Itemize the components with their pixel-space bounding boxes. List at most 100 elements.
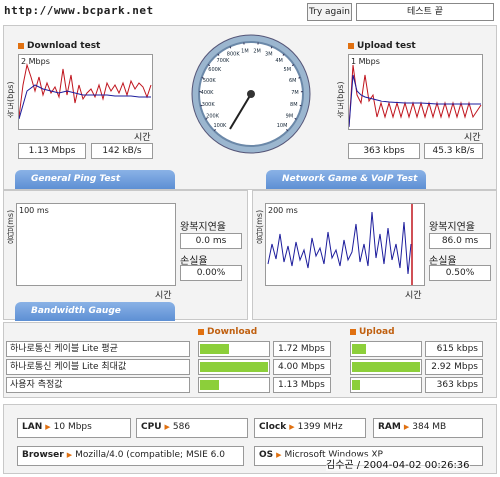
ping-ylabel: 응답(ms) bbox=[6, 209, 15, 244]
tab-network-game[interactable]: Network Game & VoIP Test bbox=[266, 170, 426, 189]
upload-kbps-value: 363 kbps bbox=[348, 143, 420, 159]
gauge-tick-label: 2M bbox=[253, 48, 261, 54]
cpu-info: CPU ▶ 586 bbox=[136, 418, 248, 438]
clock-info: Clock ▶ 1399 MHz bbox=[254, 418, 366, 438]
game-rtt-label: 왕복지연율 bbox=[429, 222, 475, 233]
upload-row-value: 615 kbps bbox=[425, 341, 483, 357]
upload-bar-fill bbox=[352, 362, 420, 372]
download-bar bbox=[198, 359, 270, 375]
download-row-value: 4.00 Mbps bbox=[273, 359, 331, 375]
download-bar-fill bbox=[200, 362, 268, 372]
game-graph: 200 ms bbox=[265, 203, 425, 286]
download-row-value: 1.13 Mbps bbox=[273, 377, 331, 393]
download-max-line bbox=[19, 63, 152, 118]
upload-bar bbox=[350, 359, 422, 375]
upload-ylabel: 속도(bps) bbox=[336, 81, 345, 118]
game-ping-line bbox=[267, 211, 412, 275]
gauge-tick-label: 500K bbox=[203, 78, 217, 84]
download-title: Download test bbox=[18, 41, 100, 51]
download-mbps-value: 1.13 Mbps bbox=[18, 143, 86, 159]
upload-bar bbox=[350, 341, 422, 357]
gauge-tick-label: 7M bbox=[291, 90, 299, 96]
upload-bar-fill bbox=[352, 344, 366, 354]
download-xlabel: 시간 bbox=[134, 133, 151, 143]
download-scale: 2 Mbps bbox=[21, 57, 50, 66]
upload-scale: 1 Mbps bbox=[351, 57, 380, 66]
gauge-tick-label: 700K bbox=[216, 58, 230, 64]
bandwidth-row-label: 사용자 측정값 bbox=[6, 377, 190, 393]
gauge-tick bbox=[298, 77, 301, 79]
bandwidth-download-header: Download bbox=[198, 327, 257, 337]
download-graph: 2 Mbps bbox=[18, 54, 153, 130]
download-ylabel: 속도(bps) bbox=[6, 81, 15, 118]
upload-xlabel: 시간 bbox=[464, 133, 481, 143]
gauge-tick bbox=[201, 77, 204, 79]
tab-general-ping[interactable]: General Ping Test bbox=[15, 170, 175, 189]
arrow-right-icon: ▶ bbox=[45, 423, 51, 431]
upload-row-value: 2.92 Mbps bbox=[425, 359, 483, 375]
gauge-tick-label: 1M bbox=[241, 48, 249, 54]
gauge-tick-label: 8M bbox=[290, 102, 298, 108]
tab-bandwidth-gauge[interactable]: Bandwidth Gauge bbox=[15, 302, 175, 321]
gauge-tick-label: 100K bbox=[213, 123, 227, 129]
ping-xlabel: 시간 bbox=[155, 291, 172, 301]
bullet-icon bbox=[18, 42, 24, 49]
upload-max-line bbox=[349, 64, 482, 128]
download-bar-fill bbox=[200, 344, 229, 354]
arrow-right-icon: ▶ bbox=[276, 451, 282, 459]
try-again-button[interactable]: Try again bbox=[307, 3, 352, 21]
speed-gauge: 100K 200K 300K 400K 500K 600K 700K 800K 1M 2M 3M 4M… bbox=[190, 33, 312, 155]
bullet-icon bbox=[348, 42, 354, 49]
site-url: http://www.bcpark.net bbox=[4, 4, 154, 17]
arrow-right-icon: ▶ bbox=[403, 423, 410, 431]
gauge-tick-label: 200K bbox=[206, 113, 220, 119]
ping-loss-value: 0.00% bbox=[180, 265, 242, 281]
gauge-tick-label: 600K bbox=[208, 67, 222, 73]
bandwidth-row-label: 하나로통신 케이블 Lite 최대값 bbox=[6, 359, 190, 375]
arrow-right-icon: ▶ bbox=[289, 423, 295, 431]
ram-info: RAM ▶ 384 MB bbox=[373, 418, 483, 438]
download-avg-line bbox=[19, 84, 151, 120]
gauge-tick-label: 4M bbox=[275, 58, 283, 64]
gauge-tick-label: 3M bbox=[265, 52, 273, 58]
upload-title: Upload test bbox=[348, 41, 416, 51]
ping-rtt-value: 0.0 ms bbox=[180, 233, 242, 249]
game-rtt-value: 86.0 ms bbox=[429, 233, 491, 249]
upload-bar bbox=[350, 377, 422, 393]
game-scale: 200 ms bbox=[268, 206, 298, 215]
upload-row-value: 363 kbps bbox=[425, 377, 483, 393]
lan-info: LAN ▶ 10 Mbps bbox=[17, 418, 131, 438]
arrow-right-icon: ▶ bbox=[164, 423, 170, 431]
browser-info: Browser ▶ Mozilla/4.0 (compatible; MSIE 6.… bbox=[17, 446, 244, 466]
bullet-icon bbox=[198, 328, 204, 335]
end-test-button[interactable]: 테스트 끝 bbox=[356, 3, 494, 21]
download-kbs-value: 142 kB/s bbox=[91, 143, 153, 159]
ping-scale: 100 ms bbox=[19, 206, 49, 215]
game-xlabel: 시간 bbox=[405, 291, 422, 301]
ping-graph: 100 ms bbox=[16, 203, 176, 286]
gauge-tick-label: 800K bbox=[227, 52, 241, 58]
gauge-tick-label: 9M bbox=[286, 113, 294, 119]
gauge-tick-label: 5M bbox=[284, 67, 292, 73]
download-bar bbox=[198, 341, 270, 357]
upload-bar-fill bbox=[352, 380, 360, 390]
download-bar-fill bbox=[200, 380, 219, 390]
bullet-icon bbox=[350, 328, 356, 335]
gauge-tick bbox=[299, 104, 302, 107]
bandwidth-row-label: 하나로통신 케이블 Lite 평균 bbox=[6, 341, 190, 357]
game-ylabel: 응답(ms) bbox=[255, 209, 264, 244]
download-row-value: 1.72 Mbps bbox=[273, 341, 331, 357]
bandwidth-upload-header: Upload bbox=[350, 327, 395, 337]
gauge-tick-label: 6M bbox=[289, 78, 297, 84]
upload-graph: 1 Mbps bbox=[348, 54, 483, 130]
gauge-tick-label: 300K bbox=[202, 102, 216, 108]
gauge-tick-label: 10M bbox=[277, 123, 288, 129]
ping-rtt-label: 왕복지연율 bbox=[180, 222, 226, 233]
game-loss-value: 0.50% bbox=[429, 265, 491, 281]
download-bar bbox=[198, 377, 270, 393]
gauge-tick bbox=[200, 104, 203, 107]
watermark-stamp: 김수곤 / 2004-04-02 00:26:36 bbox=[326, 456, 470, 471]
arrow-right-icon: ▶ bbox=[66, 451, 73, 459]
upload-kbs-value: 45.3 kB/s bbox=[424, 143, 483, 159]
gauge-tick-label: 400K bbox=[201, 90, 215, 96]
